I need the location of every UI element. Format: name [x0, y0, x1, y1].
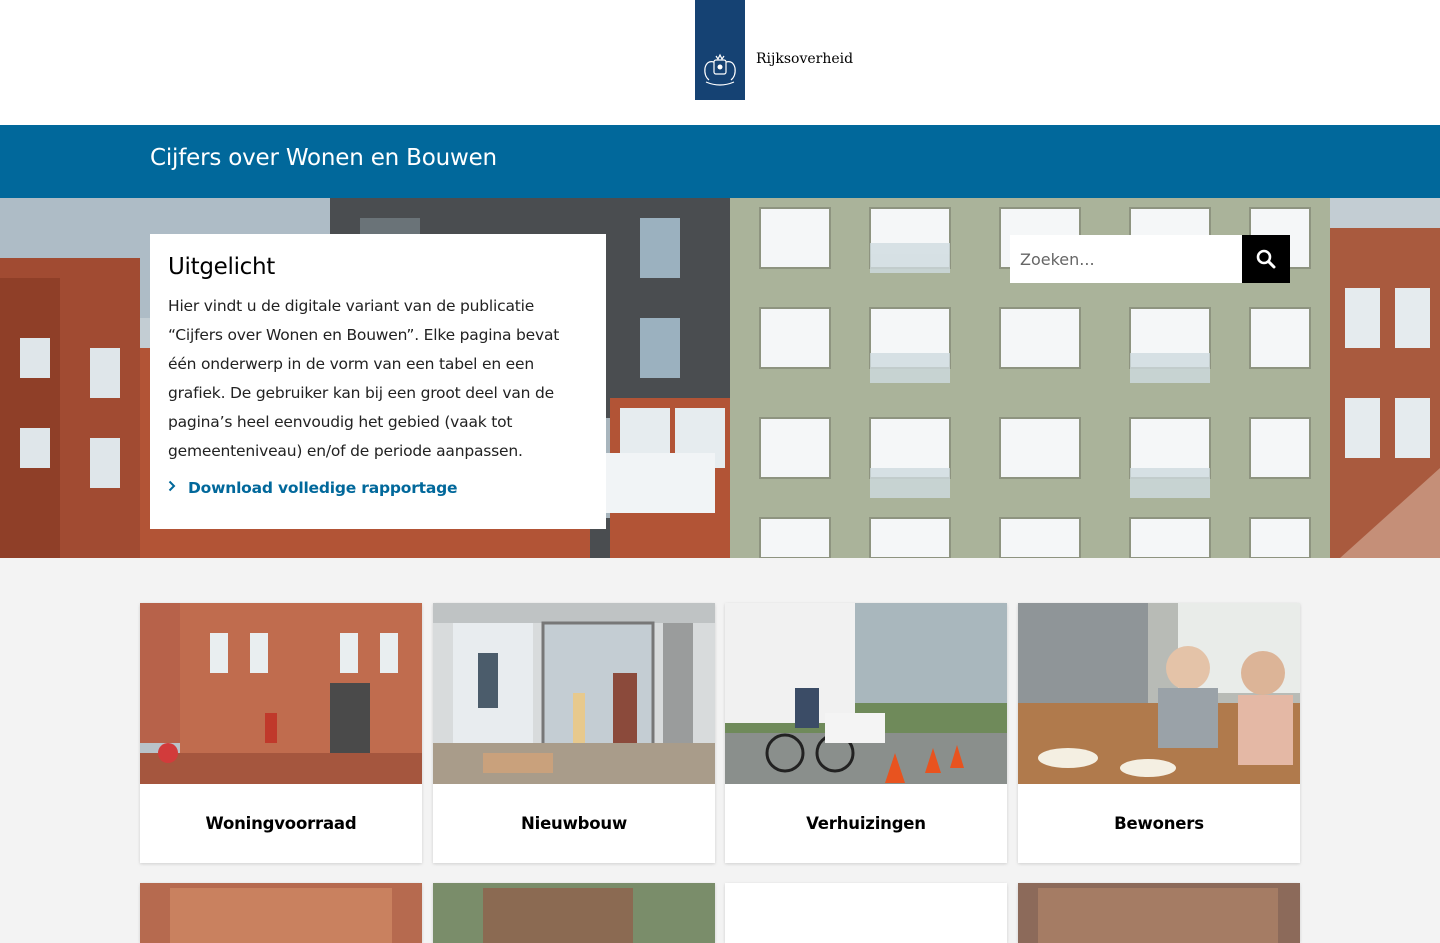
card-image	[1018, 603, 1300, 784]
card-image	[433, 883, 715, 943]
chevron-right-icon	[168, 480, 188, 496]
site-title[interactable]: Cijfers over Wonen en Bouwen	[150, 145, 497, 171]
site-header: Rijksoverheid	[0, 0, 1440, 125]
card-nieuwbouw[interactable]: Nieuwbouw	[433, 603, 715, 863]
card-image	[1018, 883, 1300, 943]
card-label: Verhuizingen	[806, 814, 926, 833]
card-row2-1[interactable]	[140, 883, 422, 943]
hero: Uitgelicht Hier vindt u de digitale vari…	[0, 198, 1440, 558]
card-image	[140, 603, 422, 784]
card-woningvoorraad[interactable]: Woningvoorraad	[140, 603, 422, 863]
card-image	[140, 883, 422, 943]
logo-text: Rijksoverheid	[756, 51, 854, 67]
card-row2-4[interactable]	[1018, 883, 1300, 943]
search-input[interactable]	[1010, 235, 1242, 283]
card-image	[725, 603, 1007, 784]
site-banner: Cijfers over Wonen en Bouwen	[0, 125, 1440, 198]
search-icon	[1256, 249, 1276, 269]
search-form	[1010, 235, 1290, 283]
card-label: Nieuwbouw	[521, 814, 627, 833]
download-report-link[interactable]: Download volledige rapportage	[168, 479, 588, 497]
download-report-label: Download volledige rapportage	[188, 479, 458, 497]
rijksoverheid-logo[interactable]	[695, 0, 745, 100]
featured-body: Hier vindt u de digitale variant van de …	[168, 297, 560, 460]
featured-title: Uitgelicht	[168, 254, 276, 280]
card-image	[725, 883, 1007, 943]
card-verhuizingen[interactable]: Verhuizingen	[725, 603, 1007, 863]
search-button[interactable]	[1242, 235, 1290, 283]
coat-of-arms-icon	[704, 53, 736, 86]
card-row2-2[interactable]	[433, 883, 715, 943]
featured-panel: Uitgelicht Hier vindt u de digitale vari…	[150, 234, 606, 529]
card-row2-3[interactable]	[725, 883, 1007, 943]
card-image	[433, 603, 715, 784]
card-label: Bewoners	[1114, 814, 1204, 833]
card-bewoners[interactable]: Bewoners	[1018, 603, 1300, 863]
card-label: Woningvoorraad	[205, 814, 357, 833]
